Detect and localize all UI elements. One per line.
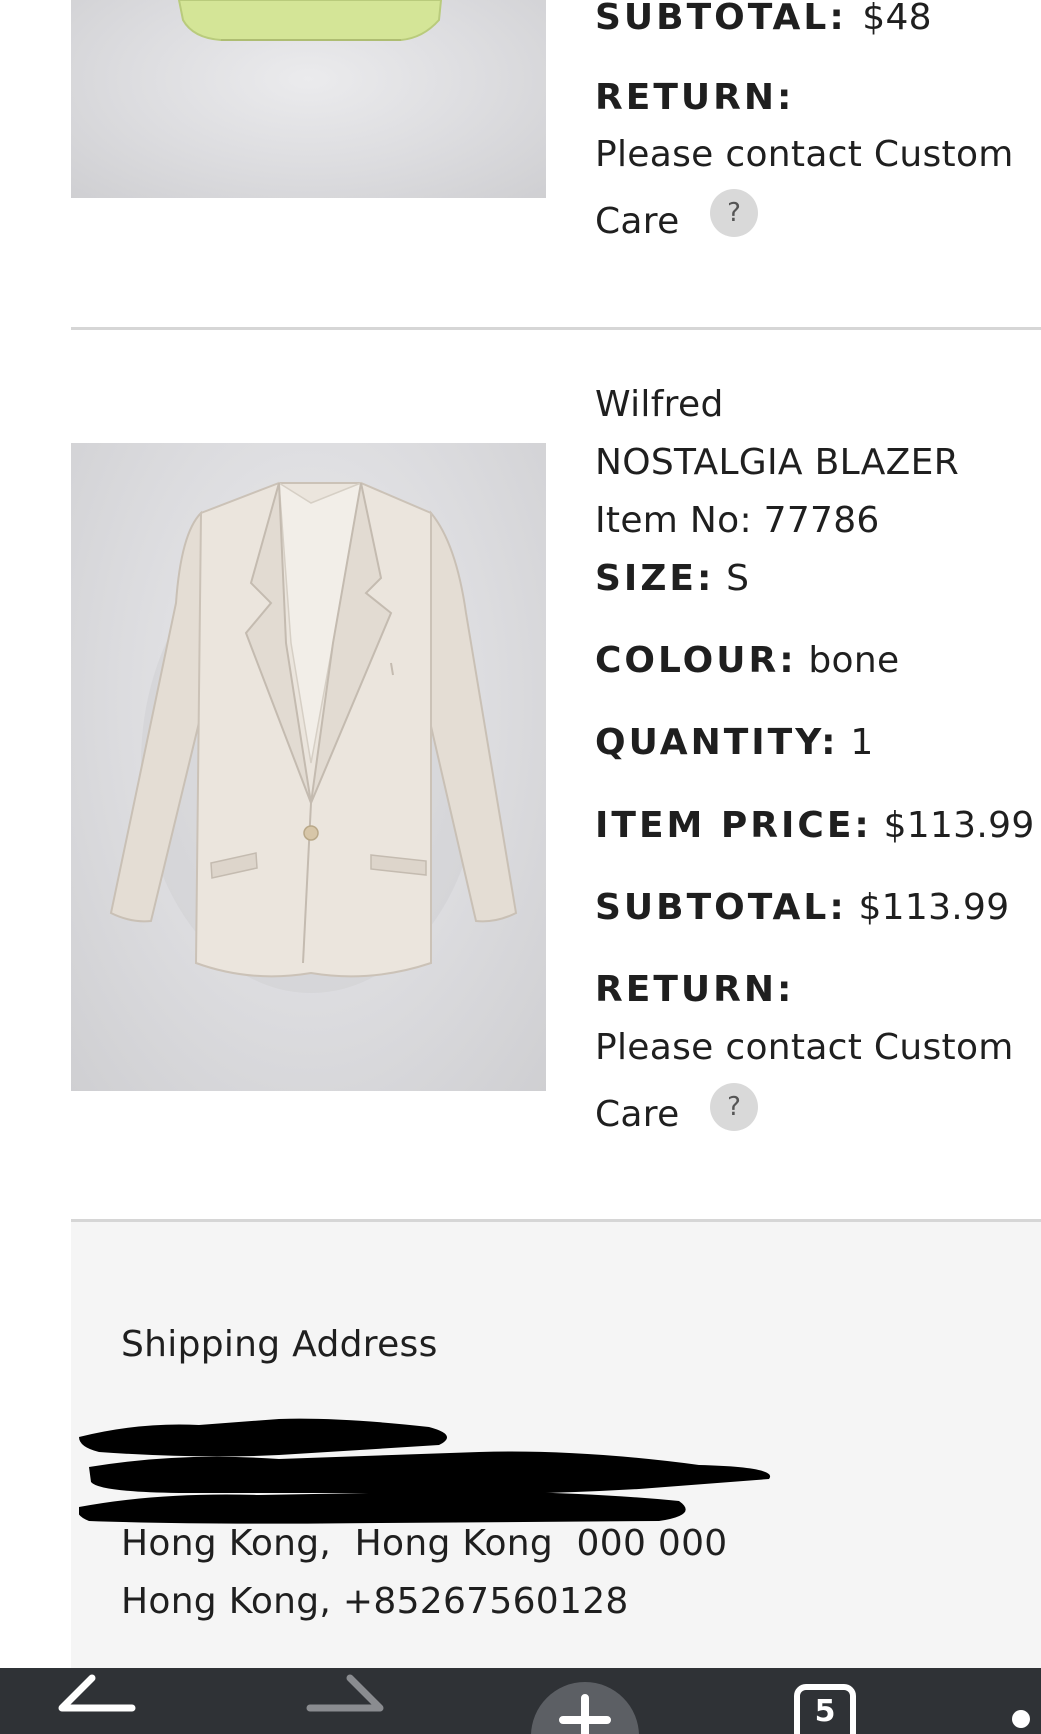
shipping-phone-line: Hong Kong, +85267560128 (121, 1581, 629, 1622)
product-name[interactable]: NOSTALGIA BLAZER (595, 442, 959, 483)
back-arrow-icon[interactable] (52, 1668, 142, 1734)
help-icon[interactable]: ? (710, 1083, 758, 1131)
product-brand: Wilfred (595, 384, 724, 425)
forward-arrow-icon[interactable] (300, 1668, 390, 1734)
item-price-label: ITEM PRICE: (595, 805, 872, 846)
return-text: Please contact Custom (595, 134, 1014, 175)
tabs-button[interactable]: 5 (794, 1684, 856, 1734)
return-text: Please contact Custom (595, 1027, 1014, 1068)
return-text: Care (595, 201, 680, 242)
subtotal-row: SUBTOTAL: $113.99 (595, 887, 1009, 928)
lime-top-photo (177, 0, 443, 41)
quantity-row: QUANTITY: 1 (595, 722, 874, 763)
subtotal-label: SUBTOTAL: (595, 887, 847, 928)
item-price-row: ITEM PRICE: $113.99 (595, 805, 1035, 846)
colour-value: bone (808, 640, 900, 681)
tabs-count: 5 (814, 1694, 836, 1729)
product-image-blazer[interactable] (71, 443, 546, 1091)
size-label: SIZE: (595, 558, 715, 599)
help-icon[interactable]: ? (710, 189, 758, 237)
subtotal-value: $48 (862, 0, 932, 38)
quantity-label: QUANTITY: (595, 722, 839, 763)
size-row: SIZE: S (595, 558, 749, 599)
new-tab-button[interactable] (531, 1682, 639, 1734)
more-icon[interactable] (1012, 1710, 1030, 1728)
return-text: Care (595, 1094, 680, 1135)
quantity-value: 1 (850, 722, 874, 763)
subtotal-label: SUBTOTAL: (595, 0, 847, 38)
return-label: RETURN: (595, 77, 795, 118)
shipping-city-line: Hong Kong, Hong Kong 000 000 (121, 1523, 728, 1564)
plus-icon (559, 1694, 611, 1734)
size-value: S (726, 558, 750, 599)
bone-blazer-photo (109, 481, 518, 993)
redacted-address (79, 1418, 771, 1524)
colour-row: COLOUR: bone (595, 640, 899, 681)
subtotal-value: $113.99 (858, 887, 1010, 928)
product-image-lime-top[interactable] (71, 0, 546, 198)
shipping-title: Shipping Address (121, 1324, 438, 1365)
shipping-section: Shipping Address Hong Kong, Hong Kong 00… (71, 1222, 1041, 1668)
browser-nav-bar: 5 (0, 1668, 1041, 1734)
item1-subtotal-row: SUBTOTAL: $48 (595, 0, 932, 38)
item-price-value: $113.99 (883, 805, 1035, 846)
divider (71, 327, 1041, 330)
colour-label: COLOUR: (595, 640, 797, 681)
item-number: Item No: 77786 (595, 500, 880, 541)
return-label: RETURN: (595, 969, 795, 1010)
